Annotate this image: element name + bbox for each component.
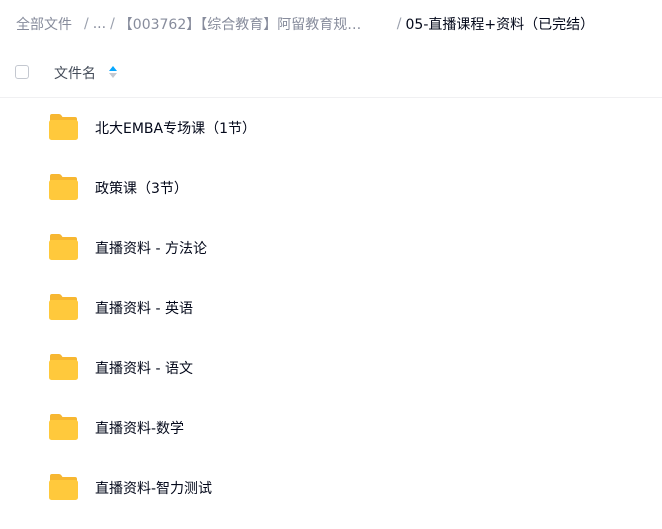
file-name[interactable]: 直播资料 - 英语	[95, 298, 193, 318]
breadcrumb-ellipsis[interactable]: ...	[93, 16, 106, 32]
file-row[interactable]: 政策课（3节）	[0, 158, 662, 218]
file-row[interactable]: 直播资料-智力测试	[0, 458, 662, 518]
folder-icon	[49, 234, 78, 260]
file-list: 北大EMBA专场课（1节） 政策课（3节） 直播资料 - 方法论 直播资料 - 英语直…	[0, 98, 662, 518]
file-name[interactable]: 直播资料-智力测试	[95, 478, 212, 498]
sort-icon[interactable]	[108, 64, 118, 80]
breadcrumb-root[interactable]: 全部文件	[16, 14, 72, 34]
breadcrumb: 全部文件 / ... / 【003762】【综合教育】阿留教育规划专场课程合集 …	[16, 13, 594, 35]
folder-icon	[49, 414, 78, 440]
folder-icon	[49, 354, 78, 380]
file-row[interactable]: 北大EMBA专场课（1节）	[0, 98, 662, 158]
folder-icon	[49, 294, 78, 320]
folder-icon	[49, 474, 78, 500]
file-name[interactable]: 北大EMBA专场课（1节）	[95, 118, 256, 138]
column-header-filename[interactable]: 文件名	[54, 63, 96, 83]
breadcrumb-current: 05-直播课程+资料（已完结）	[405, 17, 595, 33]
breadcrumb-separator: /	[84, 16, 89, 32]
file-browser: 全部文件 / ... / 【003762】【综合教育】阿留教育规划专场课程合集 …	[0, 0, 662, 529]
file-list-header: 文件名	[0, 49, 662, 98]
file-row[interactable]: 直播资料 - 方法论	[0, 218, 662, 278]
breadcrumb-separator: /	[110, 16, 115, 32]
file-row[interactable]: 直播资料 - 语文	[0, 338, 662, 398]
breadcrumb-separator: /	[396, 16, 402, 32]
folder-icon	[49, 174, 78, 200]
file-name[interactable]: 直播资料 - 方法论	[95, 238, 207, 258]
file-name[interactable]: 政策课（3节）	[95, 178, 188, 198]
folder-icon	[49, 114, 78, 140]
file-row[interactable]: 直播资料 - 英语	[0, 278, 662, 338]
select-all-checkbox[interactable]	[15, 65, 29, 79]
breadcrumb-parent[interactable]: 【003762】【综合教育】阿留教育规划专场课程合集	[119, 14, 371, 34]
file-name[interactable]: 直播资料 - 语文	[95, 358, 193, 378]
file-name[interactable]: 直播资料-数学	[95, 418, 184, 438]
file-row[interactable]: 直播资料-数学	[0, 398, 662, 458]
